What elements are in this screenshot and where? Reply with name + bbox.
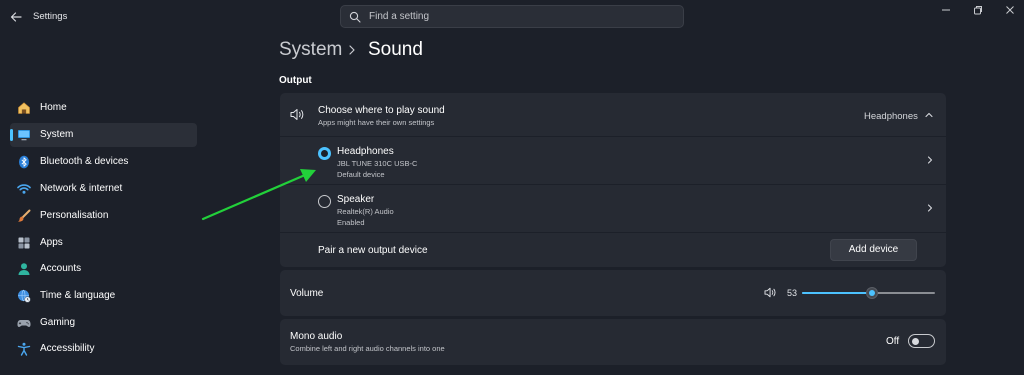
wifi-icon (17, 184, 31, 194)
sidebar-item-label: Network & internet (40, 183, 123, 194)
volume-label: Volume (290, 288, 324, 299)
output-subtitle: Apps might have their own settings (318, 118, 435, 127)
mono-audio-toggle[interactable] (908, 334, 935, 348)
accessibility-icon (17, 342, 31, 356)
chevron-up-icon[interactable] (924, 110, 934, 120)
current-output-device: Headphones (864, 111, 918, 122)
device-row-headphones[interactable]: Headphones JBL TUNE 310C USB-C Default d… (280, 137, 946, 184)
chevron-right-icon[interactable] (925, 203, 935, 213)
restore-icon[interactable] (971, 3, 985, 17)
output-expander-header[interactable]: Choose where to play sound Apps might ha… (280, 93, 946, 136)
sidebar-item-time-language[interactable]: Time & language (10, 284, 197, 308)
speaker-icon (290, 109, 304, 120)
sidebar-item-label: Accounts (40, 263, 82, 274)
sidebar-item-accounts[interactable]: Accounts (10, 257, 197, 281)
search-box[interactable]: Find a setting (340, 5, 684, 28)
person-icon (18, 263, 30, 275)
device-detail: JBL TUNE 310C USB-C (337, 159, 418, 168)
sidebar-item-home[interactable]: Home (10, 96, 197, 120)
device-name: Speaker (337, 194, 375, 205)
sidebar-item-label: Personalisation (40, 210, 109, 221)
headphones-radio[interactable] (318, 147, 331, 160)
mono-audio-card: Mono audio Combine left and right audio … (280, 319, 946, 365)
volume-slider-fill (802, 292, 873, 294)
sidebar-item-label: Accessibility (40, 343, 95, 354)
active-indicator (10, 129, 13, 141)
gamepad-icon (17, 320, 31, 327)
bluetooth-icon (19, 155, 29, 169)
device-status: Default device (337, 170, 385, 179)
brush-icon (18, 209, 31, 222)
monitor-icon (18, 130, 30, 141)
sidebar-item-label: System (40, 129, 74, 140)
close-icon[interactable] (1003, 3, 1017, 17)
volume-slider[interactable] (802, 287, 935, 299)
apps-icon (18, 237, 30, 249)
mono-audio-state: Off (886, 336, 900, 347)
page-title: Sound (368, 39, 423, 60)
search-input[interactable]: Find a setting (369, 11, 429, 22)
mono-audio-subtitle: Combine left and right audio channels in… (290, 344, 445, 353)
sidebar-item-label: Gaming (40, 317, 76, 328)
sidebar-item-accessibility[interactable]: Accessibility (10, 337, 197, 361)
add-device-button[interactable]: Add device (830, 239, 917, 261)
minimize-icon[interactable] (939, 3, 953, 17)
home-icon (18, 102, 30, 114)
sidebar-item-bluetooth[interactable]: Bluetooth & devices (10, 150, 197, 174)
output-title: Choose where to play sound (318, 105, 445, 116)
volume-value: 53 (787, 288, 798, 298)
chevron-right-icon[interactable] (925, 155, 935, 165)
sidebar-item-network[interactable]: Network & internet (10, 177, 197, 201)
sidebar-item-label: Bluetooth & devices (40, 156, 129, 167)
pair-device-label: Pair a new output device (318, 245, 428, 256)
title-bar: Settings Find a setting (0, 0, 1024, 34)
speaker-radio[interactable] (318, 195, 331, 208)
device-detail: Realtek(R) Audio (337, 207, 394, 216)
sidebar-item-label: Home (40, 102, 67, 113)
divider (280, 232, 946, 233)
device-row-speaker[interactable]: Speaker Realtek(R) Audio Enabled (280, 185, 946, 232)
breadcrumb-chevron-icon (349, 45, 355, 55)
sidebar-item-gaming[interactable]: Gaming (10, 311, 197, 335)
sidebar-item-label: Time & language (40, 290, 116, 301)
device-name: Headphones (337, 146, 394, 157)
sidebar-item-label: Apps (40, 237, 63, 248)
section-heading-output: Output (279, 75, 312, 86)
back-arrow-icon[interactable] (9, 10, 23, 24)
sidebar-item-personalisation[interactable]: Personalisation (10, 204, 197, 228)
mono-audio-title: Mono audio (290, 331, 343, 342)
sidebar-item-system[interactable]: System (10, 123, 197, 147)
breadcrumb-parent[interactable]: System (279, 39, 342, 61)
app-title: Settings (33, 11, 68, 22)
device-status: Enabled (337, 218, 365, 227)
globe-clock-icon (18, 289, 31, 303)
sidebar-item-apps[interactable]: Apps (10, 231, 197, 255)
search-icon (349, 11, 361, 23)
toggle-knob (912, 337, 919, 345)
volume-icon[interactable] (764, 287, 777, 298)
